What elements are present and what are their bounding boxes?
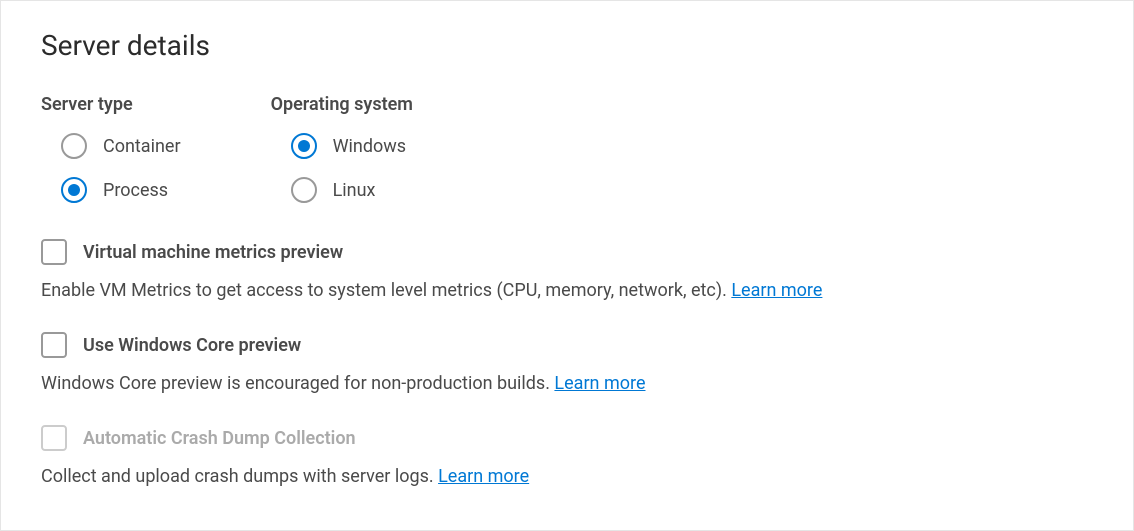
crash-dump-description-text: Collect and upload crash dumps with serv… [41, 466, 438, 487]
section-title: Server details [41, 29, 1093, 62]
radio-circle-icon [291, 177, 317, 203]
radio-server-type-process[interactable]: Process [61, 177, 181, 203]
radio-label: Process [103, 180, 168, 201]
vm-metrics-section: Virtual machine metrics preview Enable V… [41, 239, 1093, 304]
radio-os-windows[interactable]: Windows [291, 133, 413, 159]
radio-circle-icon [61, 133, 87, 159]
windows-core-row: Use Windows Core preview [41, 332, 1093, 358]
crash-dump-learn-more-link[interactable]: Learn more [438, 466, 529, 487]
server-type-radio-group: Container Process [41, 133, 181, 203]
radio-label: Linux [333, 180, 376, 201]
windows-core-description-text: Windows Core preview is encouraged for n… [41, 373, 554, 394]
crash-dump-label: Automatic Crash Dump Collection [83, 428, 356, 449]
operating-system-column: Operating system Windows Linux [271, 94, 413, 203]
radio-circle-icon [61, 177, 87, 203]
server-details-panel: Server details Server type Container Pro… [0, 0, 1134, 531]
vm-metrics-label: Virtual machine metrics preview [83, 242, 343, 263]
crash-dump-description: Collect and upload crash dumps with serv… [41, 463, 1093, 490]
operating-system-label: Operating system [271, 94, 413, 115]
windows-core-label: Use Windows Core preview [83, 335, 301, 356]
crash-dump-section: Automatic Crash Dump Collection Collect … [41, 425, 1093, 490]
radio-columns: Server type Container Process Operating … [41, 94, 1093, 203]
crash-dump-checkbox [41, 425, 67, 451]
vm-metrics-description-text: Enable VM Metrics to get access to syste… [41, 280, 731, 301]
server-type-column: Server type Container Process [41, 94, 181, 203]
windows-core-section: Use Windows Core preview Windows Core pr… [41, 332, 1093, 397]
crash-dump-row: Automatic Crash Dump Collection [41, 425, 1093, 451]
radio-label: Container [103, 136, 181, 157]
windows-core-learn-more-link[interactable]: Learn more [554, 373, 645, 394]
server-type-label: Server type [41, 94, 181, 115]
operating-system-radio-group: Windows Linux [271, 133, 413, 203]
radio-circle-icon [291, 133, 317, 159]
radio-os-linux[interactable]: Linux [291, 177, 413, 203]
radio-server-type-container[interactable]: Container [61, 133, 181, 159]
vm-metrics-learn-more-link[interactable]: Learn more [731, 280, 822, 301]
vm-metrics-description: Enable VM Metrics to get access to syste… [41, 277, 1093, 304]
windows-core-checkbox[interactable] [41, 332, 67, 358]
windows-core-description: Windows Core preview is encouraged for n… [41, 370, 1093, 397]
radio-label: Windows [333, 136, 407, 157]
vm-metrics-row: Virtual machine metrics preview [41, 239, 1093, 265]
vm-metrics-checkbox[interactable] [41, 239, 67, 265]
